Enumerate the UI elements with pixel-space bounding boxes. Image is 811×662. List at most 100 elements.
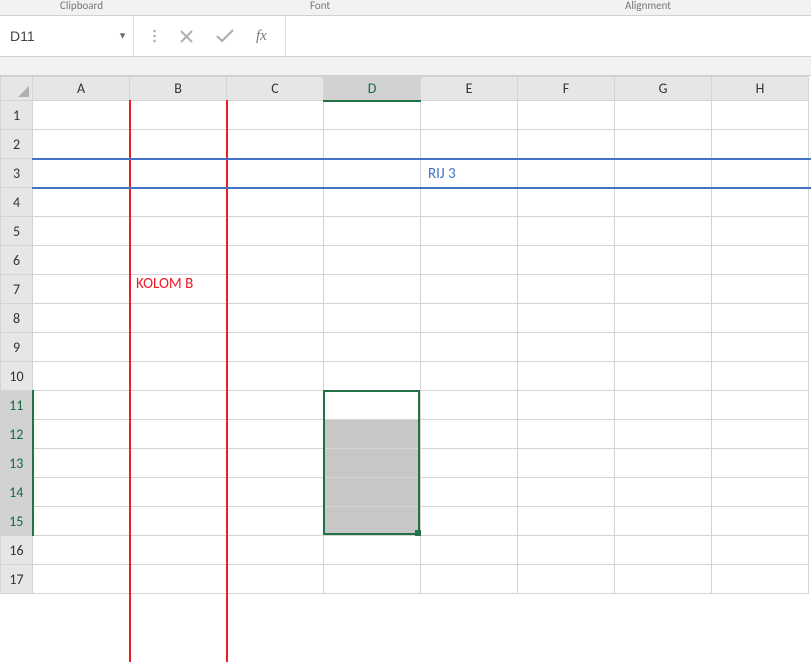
cell-G7[interactable] bbox=[615, 275, 712, 304]
cell-H4[interactable] bbox=[712, 188, 809, 217]
cell-B2[interactable] bbox=[130, 130, 227, 159]
cell-E13[interactable] bbox=[421, 449, 518, 478]
cell-C11[interactable] bbox=[227, 391, 324, 420]
cell-B13[interactable] bbox=[130, 449, 227, 478]
cell-E2[interactable] bbox=[421, 130, 518, 159]
cell-D3[interactable] bbox=[324, 159, 421, 188]
row-head-10[interactable]: 10 bbox=[1, 362, 33, 391]
row-head-12[interactable]: 12 bbox=[1, 420, 33, 449]
cell-H14[interactable] bbox=[712, 478, 809, 507]
row-head-3[interactable]: 3 bbox=[1, 159, 33, 188]
cell-H3[interactable] bbox=[712, 159, 809, 188]
cell-A12[interactable] bbox=[33, 420, 130, 449]
cell-B1[interactable] bbox=[130, 101, 227, 130]
cell-F12[interactable] bbox=[518, 420, 615, 449]
cell-B7[interactable] bbox=[130, 275, 227, 304]
cell-H11[interactable] bbox=[712, 391, 809, 420]
cell-F1[interactable] bbox=[518, 101, 615, 130]
cell-F17[interactable] bbox=[518, 565, 615, 594]
cell-D8[interactable] bbox=[324, 304, 421, 333]
cell-B14[interactable] bbox=[130, 478, 227, 507]
cell-C17[interactable] bbox=[227, 565, 324, 594]
cell-G15[interactable] bbox=[615, 507, 712, 536]
row-head-2[interactable]: 2 bbox=[1, 130, 33, 159]
row-head-11[interactable]: 11 bbox=[1, 391, 33, 420]
cell-B9[interactable] bbox=[130, 333, 227, 362]
cell-C3[interactable] bbox=[227, 159, 324, 188]
row-head-9[interactable]: 9 bbox=[1, 333, 33, 362]
cell-D6[interactable] bbox=[324, 246, 421, 275]
cell-C15[interactable] bbox=[227, 507, 324, 536]
row-head-6[interactable]: 6 bbox=[1, 246, 33, 275]
cell-D5[interactable] bbox=[324, 217, 421, 246]
cell-F10[interactable] bbox=[518, 362, 615, 391]
cancel-icon[interactable] bbox=[179, 29, 194, 44]
row-head-4[interactable]: 4 bbox=[1, 188, 33, 217]
cell-G4[interactable] bbox=[615, 188, 712, 217]
cell-A6[interactable] bbox=[33, 246, 130, 275]
cell-C2[interactable] bbox=[227, 130, 324, 159]
cell-F3[interactable] bbox=[518, 159, 615, 188]
cell-C6[interactable] bbox=[227, 246, 324, 275]
row-head-15[interactable]: 15 bbox=[1, 507, 33, 536]
cell-G2[interactable] bbox=[615, 130, 712, 159]
cell-E10[interactable] bbox=[421, 362, 518, 391]
cell-E16[interactable] bbox=[421, 536, 518, 565]
cell-C9[interactable] bbox=[227, 333, 324, 362]
cell-B4[interactable] bbox=[130, 188, 227, 217]
cell-D17[interactable] bbox=[324, 565, 421, 594]
cell-A5[interactable] bbox=[33, 217, 130, 246]
cell-H1[interactable] bbox=[712, 101, 809, 130]
cell-F15[interactable] bbox=[518, 507, 615, 536]
row-head-16[interactable]: 16 bbox=[1, 536, 33, 565]
cell-E17[interactable] bbox=[421, 565, 518, 594]
cell-H2[interactable] bbox=[712, 130, 809, 159]
cell-G17[interactable] bbox=[615, 565, 712, 594]
cell-G13[interactable] bbox=[615, 449, 712, 478]
cell-D9[interactable] bbox=[324, 333, 421, 362]
cell-B17[interactable] bbox=[130, 565, 227, 594]
cell-E7[interactable] bbox=[421, 275, 518, 304]
cell-G10[interactable] bbox=[615, 362, 712, 391]
cell-D16[interactable] bbox=[324, 536, 421, 565]
cell-E5[interactable] bbox=[421, 217, 518, 246]
row-head-5[interactable]: 5 bbox=[1, 217, 33, 246]
cell-D11[interactable] bbox=[324, 391, 421, 420]
cell-B5[interactable] bbox=[130, 217, 227, 246]
cell-F13[interactable] bbox=[518, 449, 615, 478]
more-icon[interactable] bbox=[152, 29, 157, 43]
col-head-A[interactable]: A bbox=[33, 77, 130, 101]
cell-C4[interactable] bbox=[227, 188, 324, 217]
cell-G9[interactable] bbox=[615, 333, 712, 362]
name-box[interactable]: ▼ bbox=[0, 16, 134, 56]
formula-input[interactable] bbox=[286, 16, 811, 56]
cell-C10[interactable] bbox=[227, 362, 324, 391]
cell-E3[interactable] bbox=[421, 159, 518, 188]
cell-C13[interactable] bbox=[227, 449, 324, 478]
col-head-C[interactable]: C bbox=[227, 77, 324, 101]
cell-A7[interactable] bbox=[33, 275, 130, 304]
cell-G14[interactable] bbox=[615, 478, 712, 507]
cell-F6[interactable] bbox=[518, 246, 615, 275]
cell-F11[interactable] bbox=[518, 391, 615, 420]
cell-A15[interactable] bbox=[33, 507, 130, 536]
cell-H6[interactable] bbox=[712, 246, 809, 275]
cell-B6[interactable] bbox=[130, 246, 227, 275]
cell-F9[interactable] bbox=[518, 333, 615, 362]
cell-F16[interactable] bbox=[518, 536, 615, 565]
cell-H8[interactable] bbox=[712, 304, 809, 333]
cell-E4[interactable] bbox=[421, 188, 518, 217]
cell-A11[interactable] bbox=[33, 391, 130, 420]
cell-H5[interactable] bbox=[712, 217, 809, 246]
cell-C16[interactable] bbox=[227, 536, 324, 565]
cell-C5[interactable] bbox=[227, 217, 324, 246]
cell-C8[interactable] bbox=[227, 304, 324, 333]
cell-H7[interactable] bbox=[712, 275, 809, 304]
cell-H12[interactable] bbox=[712, 420, 809, 449]
cell-F14[interactable] bbox=[518, 478, 615, 507]
cell-D7[interactable] bbox=[324, 275, 421, 304]
cell-D4[interactable] bbox=[324, 188, 421, 217]
worksheet[interactable]: ABCDEFGH1234567891011121314151617 KOLOM … bbox=[0, 76, 811, 594]
cell-E6[interactable] bbox=[421, 246, 518, 275]
cell-D10[interactable] bbox=[324, 362, 421, 391]
